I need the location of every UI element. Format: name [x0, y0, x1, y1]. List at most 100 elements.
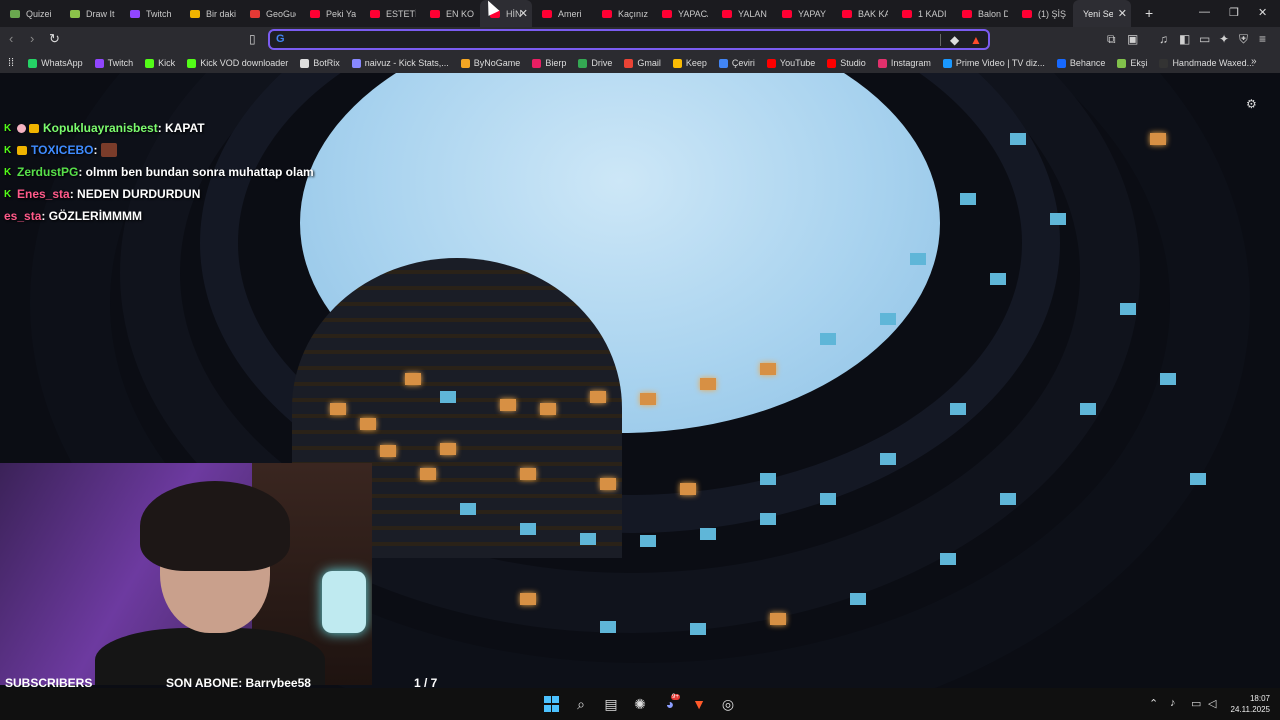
forward-icon[interactable]: › — [30, 31, 34, 46]
tab-0[interactable]: Quizei — [0, 0, 60, 27]
tab-13[interactable]: YAPAY — [772, 0, 832, 27]
bookmark-15[interactable]: Prime Video | TV diz... — [942, 58, 1045, 68]
tab-7[interactable]: EN KO — [420, 0, 480, 27]
tab-5[interactable]: Peki Ya — [300, 0, 360, 27]
tab-17[interactable]: (1) ŞİŞ — [1012, 0, 1072, 27]
chat-username[interactable]: ZerdustPG — [17, 165, 78, 179]
bookmark-favicon — [672, 58, 682, 68]
vpn-icon[interactable]: ⛨ — [1239, 32, 1248, 47]
tab-4[interactable]: GeoGue — [240, 0, 300, 27]
tab-12[interactable]: YALAN — [712, 0, 772, 27]
bookmark-3[interactable]: Kick VOD downloader — [187, 58, 288, 68]
media-icon[interactable]: ♫ — [1159, 32, 1168, 46]
bookmark-13[interactable]: Studio — [827, 58, 866, 68]
bookmark-1[interactable]: Twitch — [94, 58, 134, 68]
browser-toolbar: ‹ › ↻ ▯ G ◆ ▲ ⧉ ▣ ♫ ◧ ▭ ✦ ⛨ ≡ — [0, 27, 1280, 53]
bookmarks-overflow-icon[interactable]: » — [1251, 56, 1257, 67]
settings-gear-icon[interactable]: ⚙ — [1246, 97, 1257, 111]
bookmark-6[interactable]: ByNoGame — [460, 58, 521, 68]
tab-1[interactable]: Draw It — [60, 0, 120, 27]
search-icon[interactable]: ⌕ — [573, 696, 589, 712]
apps-grid-icon[interactable]: ⁞⁞ — [8, 57, 14, 69]
building-window — [1160, 373, 1176, 385]
building-window — [990, 273, 1006, 285]
network-icon[interactable]: ▭ — [1191, 697, 1201, 710]
sidebar-icon[interactable]: ◧ — [1179, 32, 1190, 46]
bookmarks-bar: ⁞⁞ WhatsApp Twitch Kick Kick VOD downloader… — [0, 53, 1280, 73]
microphone-icon[interactable]: ♪ — [1170, 697, 1176, 709]
bookmark-label: Behance — [1069, 58, 1106, 68]
building-window — [460, 503, 476, 515]
start-button[interactable] — [544, 696, 560, 712]
bookmark-18[interactable]: Handmade Waxed... — [1159, 58, 1254, 68]
tab-2[interactable]: Twitch — [120, 0, 180, 27]
bookmark-7[interactable]: Bierp — [532, 58, 566, 68]
subscriber-badge-icon — [17, 145, 27, 155]
bookmark-11[interactable]: Çeviri — [718, 58, 755, 68]
building-window — [690, 623, 706, 635]
bookmark-8[interactable]: Drive — [578, 58, 612, 68]
bookmark-2[interactable]: Kick — [145, 58, 175, 68]
bookmark-4[interactable]: BotRix — [300, 58, 340, 68]
tab-9[interactable]: Ameri — [532, 0, 592, 27]
close-tab-icon[interactable]: ✕ — [1118, 7, 1127, 20]
chat-username[interactable]: Enes_sta — [17, 187, 70, 201]
building-window — [770, 613, 786, 625]
tab-10[interactable]: Kaçınız — [592, 0, 652, 27]
restore-icon[interactable]: ❐ — [1229, 6, 1239, 19]
building-window — [820, 493, 836, 505]
bookmark-12[interactable]: YouTube — [766, 58, 815, 68]
new-tab-button[interactable]: + — [1145, 5, 1153, 21]
minimize-icon[interactable]: — — [1199, 6, 1210, 18]
chat-message: K TOXICEBO : — [4, 139, 314, 161]
close-tab-icon[interactable]: ✕ — [519, 7, 528, 20]
tray-overflow-icon[interactable]: ⌃ — [1149, 697, 1158, 710]
bookmark-favicon — [28, 58, 38, 68]
bookmark-label: ByNoGame — [473, 58, 521, 68]
address-bar[interactable]: G ◆ ▲ — [268, 29, 990, 50]
bookmark-17[interactable]: Ekşi — [1117, 58, 1147, 68]
chat-username[interactable]: TOXICEBO — [31, 143, 93, 157]
bookmark-14[interactable]: Instagram — [877, 58, 931, 68]
reload-icon[interactable]: ↻ — [49, 31, 60, 47]
shield-icon[interactable]: ◆ — [950, 33, 959, 47]
tab-title: Ameri — [558, 8, 582, 19]
back-icon[interactable]: ‹ — [9, 31, 13, 46]
obs-icon[interactable]: ◎ — [720, 696, 736, 712]
chat-username[interactable]: es_sta — [4, 209, 41, 223]
bookmark-10[interactable]: Keep — [672, 58, 707, 68]
menu-icon[interactable]: ≡ — [1259, 32, 1266, 46]
close-window-icon[interactable]: ✕ — [1258, 6, 1267, 19]
brave-icon[interactable]: ▼ — [691, 696, 707, 712]
building-window — [640, 535, 656, 547]
building-window — [580, 533, 596, 545]
screenshot-icon[interactable]: ▣ — [1127, 32, 1138, 46]
tab-14[interactable]: BAK KA — [832, 0, 892, 27]
bookmark-label: Bierp — [545, 58, 567, 68]
bookmark-9[interactable]: Gmail — [624, 58, 661, 68]
bookmark-label: Çeviri — [731, 58, 755, 68]
bookmark-favicon — [145, 58, 155, 68]
bookmark-0[interactable]: WhatsApp — [28, 58, 83, 68]
bookmark-label: Twitch — [107, 58, 134, 68]
bookmark-icon[interactable]: ▯ — [249, 32, 256, 46]
volume-icon[interactable]: ◁ — [1208, 697, 1216, 710]
wallet-icon[interactable]: ▭ — [1199, 32, 1210, 46]
task-view-icon[interactable]: ▤ — [603, 696, 619, 712]
tab-new[interactable]: Yeni Sek ✕ — [1073, 0, 1131, 27]
tab-15[interactable]: 1 KADI — [892, 0, 952, 27]
tab-16[interactable]: Balon D — [952, 0, 1012, 27]
kick-badge-icon: K — [4, 122, 12, 134]
leo-ai-icon[interactable]: ✦ — [1219, 32, 1229, 46]
bookmark-5[interactable]: naivuz - Kick Stats,... — [351, 58, 449, 68]
chatgpt-icon[interactable]: ✺ — [632, 696, 648, 712]
rewards-icon[interactable]: ▲ — [970, 33, 982, 47]
tab-6[interactable]: ESTETİ — [360, 0, 420, 27]
bookmark-16[interactable]: Behance — [1056, 58, 1106, 68]
extensions-icon[interactable]: ⧉ — [1107, 32, 1116, 47]
address-input[interactable] — [292, 32, 892, 47]
clock[interactable]: 18:07 24.11.2025 — [1224, 693, 1270, 715]
chat-username[interactable]: Kopukluayranisbest — [43, 121, 158, 135]
tab-3[interactable]: Bir daki — [180, 0, 240, 27]
tab-11[interactable]: YAPACA — [652, 0, 712, 27]
